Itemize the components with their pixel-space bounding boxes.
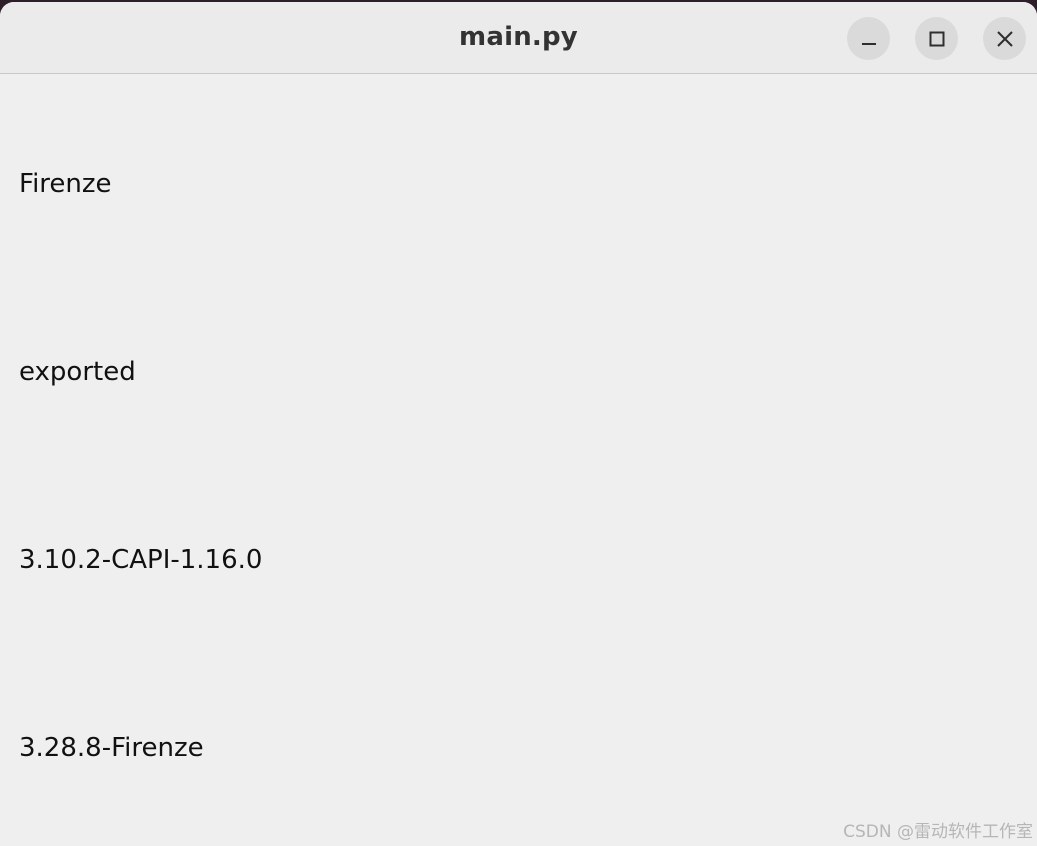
- maximize-icon: [929, 31, 944, 46]
- maximize-button[interactable]: [915, 17, 958, 60]
- app-window: main.py Firenze exported 3.10.2-CAPI-1.1…: [0, 2, 1037, 846]
- label-4: 3.28.8-Firenze: [19, 733, 204, 763]
- label-2: exported: [19, 357, 136, 387]
- close-button[interactable]: [983, 17, 1026, 60]
- close-icon: [996, 30, 1013, 47]
- window-content: Firenze exported 3.10.2-CAPI-1.16.0 3.28…: [0, 75, 1037, 846]
- watermark: CSDN @雷动软件工作室: [843, 822, 1033, 842]
- minimize-button[interactable]: [847, 17, 890, 60]
- label-1: Firenze: [19, 169, 112, 199]
- label-3: 3.10.2-CAPI-1.16.0: [19, 545, 263, 575]
- title-bar[interactable]: main.py: [0, 2, 1037, 74]
- minimize-icon: [861, 42, 876, 45]
